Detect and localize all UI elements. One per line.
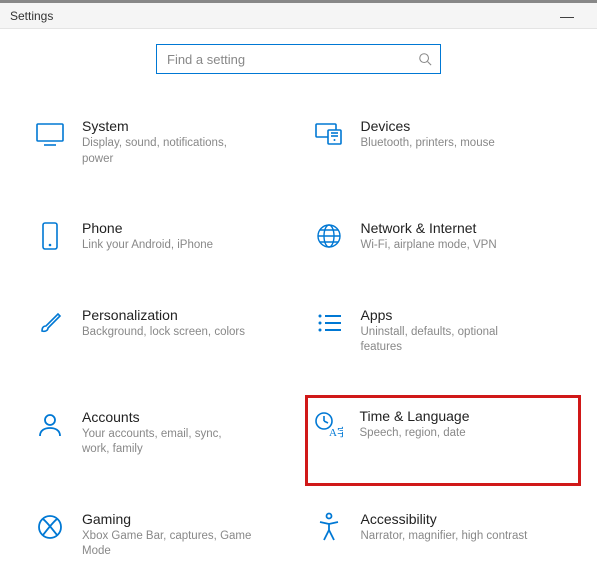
- tile-gaming[interactable]: Gaming Xbox Game Bar, captures, Game Mod…: [30, 507, 299, 564]
- tile-desc: Background, lock screen, colors: [82, 325, 245, 341]
- tile-text: Apps Uninstall, defaults, optional featu…: [361, 307, 531, 356]
- globe-icon: [313, 220, 345, 252]
- search-container: [20, 44, 577, 74]
- tile-title: Phone: [82, 220, 213, 236]
- tile-text: Gaming Xbox Game Bar, captures, Game Mod…: [82, 511, 252, 560]
- tile-text: Devices Bluetooth, printers, mouse: [361, 118, 495, 152]
- tile-text: Network & Internet Wi-Fi, airplane mode,…: [361, 220, 497, 254]
- tile-title: Apps: [361, 307, 531, 323]
- svg-text:A字: A字: [329, 425, 343, 438]
- tile-devices[interactable]: Devices Bluetooth, printers, mouse: [309, 114, 578, 171]
- search-box[interactable]: [156, 44, 441, 74]
- phone-icon: [34, 220, 66, 252]
- settings-grid: System Display, sound, notifications, po…: [20, 114, 577, 564]
- tile-apps[interactable]: Apps Uninstall, defaults, optional featu…: [309, 303, 578, 360]
- tile-accessibility[interactable]: Accessibility Narrator, magnifier, high …: [309, 507, 578, 564]
- tile-time-language[interactable]: A字 Time & Language Speech, region, date: [305, 395, 582, 486]
- tile-desc: Bluetooth, printers, mouse: [361, 136, 495, 152]
- tile-text: Accounts Your accounts, email, sync, wor…: [82, 409, 252, 458]
- minimize-button[interactable]: —: [547, 8, 587, 24]
- tile-title: Gaming: [82, 511, 252, 527]
- titlebar: Settings —: [0, 3, 597, 29]
- tile-phone[interactable]: Phone Link your Android, iPhone: [30, 216, 299, 258]
- apps-list-icon: [313, 307, 345, 339]
- tile-text: System Display, sound, notifications, po…: [82, 118, 252, 167]
- tile-desc: Link your Android, iPhone: [82, 238, 213, 254]
- paintbrush-icon: [34, 307, 66, 339]
- window-title: Settings: [10, 9, 53, 23]
- tile-desc: Display, sound, notifications, power: [82, 136, 252, 167]
- tile-network[interactable]: Network & Internet Wi-Fi, airplane mode,…: [309, 216, 578, 258]
- tile-text: Personalization Background, lock screen,…: [82, 307, 245, 341]
- devices-icon: [313, 118, 345, 150]
- tile-personalization[interactable]: Personalization Background, lock screen,…: [30, 303, 299, 360]
- accessibility-icon: [313, 511, 345, 543]
- tile-desc: Wi-Fi, airplane mode, VPN: [361, 238, 497, 254]
- tile-text: Time & Language Speech, region, date: [360, 408, 470, 442]
- tile-title: System: [82, 118, 252, 134]
- time-language-icon: A字: [312, 408, 344, 440]
- tile-desc: Uninstall, defaults, optional features: [361, 325, 531, 356]
- tile-title: Accounts: [82, 409, 252, 425]
- tile-title: Personalization: [82, 307, 245, 323]
- tile-title: Devices: [361, 118, 495, 134]
- xbox-icon: [34, 511, 66, 543]
- tile-desc: Speech, region, date: [360, 426, 470, 442]
- tile-desc: Xbox Game Bar, captures, Game Mode: [82, 529, 252, 560]
- content-area: System Display, sound, notifications, po…: [0, 29, 597, 564]
- accounts-icon: [34, 409, 66, 441]
- tile-title: Time & Language: [360, 408, 470, 424]
- tile-system[interactable]: System Display, sound, notifications, po…: [30, 114, 299, 171]
- tile-title: Accessibility: [361, 511, 528, 527]
- tile-accounts[interactable]: Accounts Your accounts, email, sync, wor…: [30, 405, 299, 462]
- search-input[interactable]: [165, 51, 418, 68]
- tile-title: Network & Internet: [361, 220, 497, 236]
- system-icon: [34, 118, 66, 150]
- tile-desc: Your accounts, email, sync, work, family: [82, 427, 252, 458]
- tile-text: Phone Link your Android, iPhone: [82, 220, 213, 254]
- search-icon: [418, 52, 432, 66]
- tile-text: Accessibility Narrator, magnifier, high …: [361, 511, 528, 545]
